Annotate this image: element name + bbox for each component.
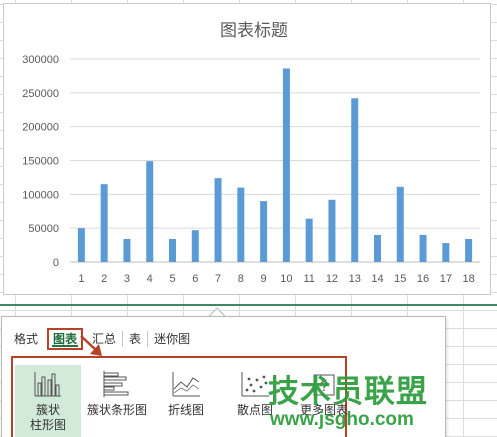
site-watermark: 技术员联盟 www.jsgho.com [268, 366, 493, 434]
bar-chart: 图表标题 0 50000 100000 150000 200000 250000 30000… [22, 21, 480, 285]
chart-bars [77, 68, 473, 263]
bar[interactable] [328, 199, 336, 262]
bar[interactable] [169, 238, 176, 262]
x-tick-label: 1 [78, 273, 84, 285]
x-axis-labels: 1 2 3 4 5 6 7 8 9 10 11 12 13 14 15 16 17 18 [78, 273, 474, 285]
tab-format[interactable]: 格式 [8, 328, 44, 350]
clustered-column-icon [34, 372, 61, 397]
scatter-chart-icon [241, 372, 269, 397]
x-tick-label: 12 [326, 273, 338, 285]
x-tick-label: 4 [147, 273, 153, 285]
chart-area[interactable]: 图表标题 0 50000 100000 150000 200000 250000 30000… [3, 3, 491, 295]
bar[interactable] [146, 161, 154, 262]
red-arrow-annotation [80, 335, 102, 356]
bar[interactable] [260, 201, 268, 262]
chart-title[interactable]: 图表标题 [220, 21, 288, 41]
bar[interactable] [419, 234, 427, 262]
watermark-brand: 技术员联盟 [268, 374, 428, 410]
line-chart-label: 折线图 [167, 403, 204, 417]
tab-charts-label: 图表 [53, 332, 78, 346]
x-tick-label: 15 [394, 273, 406, 285]
bar[interactable] [214, 178, 222, 262]
bar[interactable] [442, 243, 450, 262]
tab-tables[interactable]: 表 [123, 328, 147, 350]
x-tick-label: 7 [215, 273, 221, 285]
bar[interactable] [282, 68, 290, 263]
bar[interactable] [77, 228, 85, 262]
clustered-column-option[interactable]: 簇状 柱形图 [15, 365, 81, 437]
x-tick-label: 16 [417, 273, 429, 285]
watermark-url: www.jsgho.com [270, 409, 414, 430]
x-tick-label: 6 [192, 273, 198, 285]
bar[interactable] [351, 98, 359, 262]
y-tick-label: 0 [53, 257, 59, 269]
y-tick-label: 300000 [22, 54, 59, 66]
active-tab-underline [52, 345, 79, 347]
clustered-bar-icon [103, 371, 129, 397]
bar[interactable] [123, 238, 131, 262]
bar[interactable] [237, 187, 245, 262]
y-tick-label: 100000 [22, 189, 59, 201]
x-tick-label: 10 [280, 273, 292, 285]
y-tick-label: 50000 [28, 223, 59, 235]
x-tick-label: 14 [371, 273, 383, 285]
chart-gridlines [70, 58, 480, 263]
x-tick-label: 5 [169, 273, 175, 285]
x-tick-label: 13 [349, 273, 361, 285]
tab-sparklines[interactable]: 迷你图 [148, 328, 196, 350]
y-tick-label: 250000 [22, 88, 59, 100]
y-tick-label: 150000 [22, 156, 59, 168]
clustered-bar-label: 簇状条形图 [86, 403, 147, 417]
bar[interactable] [396, 186, 404, 262]
x-tick-label: 3 [124, 273, 130, 285]
bar[interactable] [465, 238, 473, 262]
x-tick-label: 2 [101, 273, 107, 285]
line-chart-icon [172, 372, 200, 397]
clustered-column-label: 簇状 柱形图 [29, 403, 66, 432]
excel-window: 图表标题 0 50000 100000 150000 200000 250000 30000… [0, 0, 497, 437]
bar[interactable] [100, 184, 108, 262]
bar[interactable] [305, 218, 313, 262]
x-tick-label: 17 [440, 273, 452, 285]
line-chart-option[interactable]: 折线图 [153, 365, 219, 437]
clustered-bar-option[interactable]: 簇状条形图 [84, 365, 150, 437]
bar[interactable] [191, 230, 199, 262]
x-tick-label: 8 [238, 273, 244, 285]
selection-border [0, 304, 497, 306]
bar[interactable] [374, 234, 381, 262]
x-tick-label: 18 [462, 273, 474, 285]
y-axis-labels: 0 50000 100000 150000 200000 250000 300000 [22, 54, 59, 269]
y-tick-label: 200000 [22, 122, 59, 134]
x-tick-label: 11 [303, 273, 314, 285]
x-tick-label: 9 [261, 273, 267, 285]
